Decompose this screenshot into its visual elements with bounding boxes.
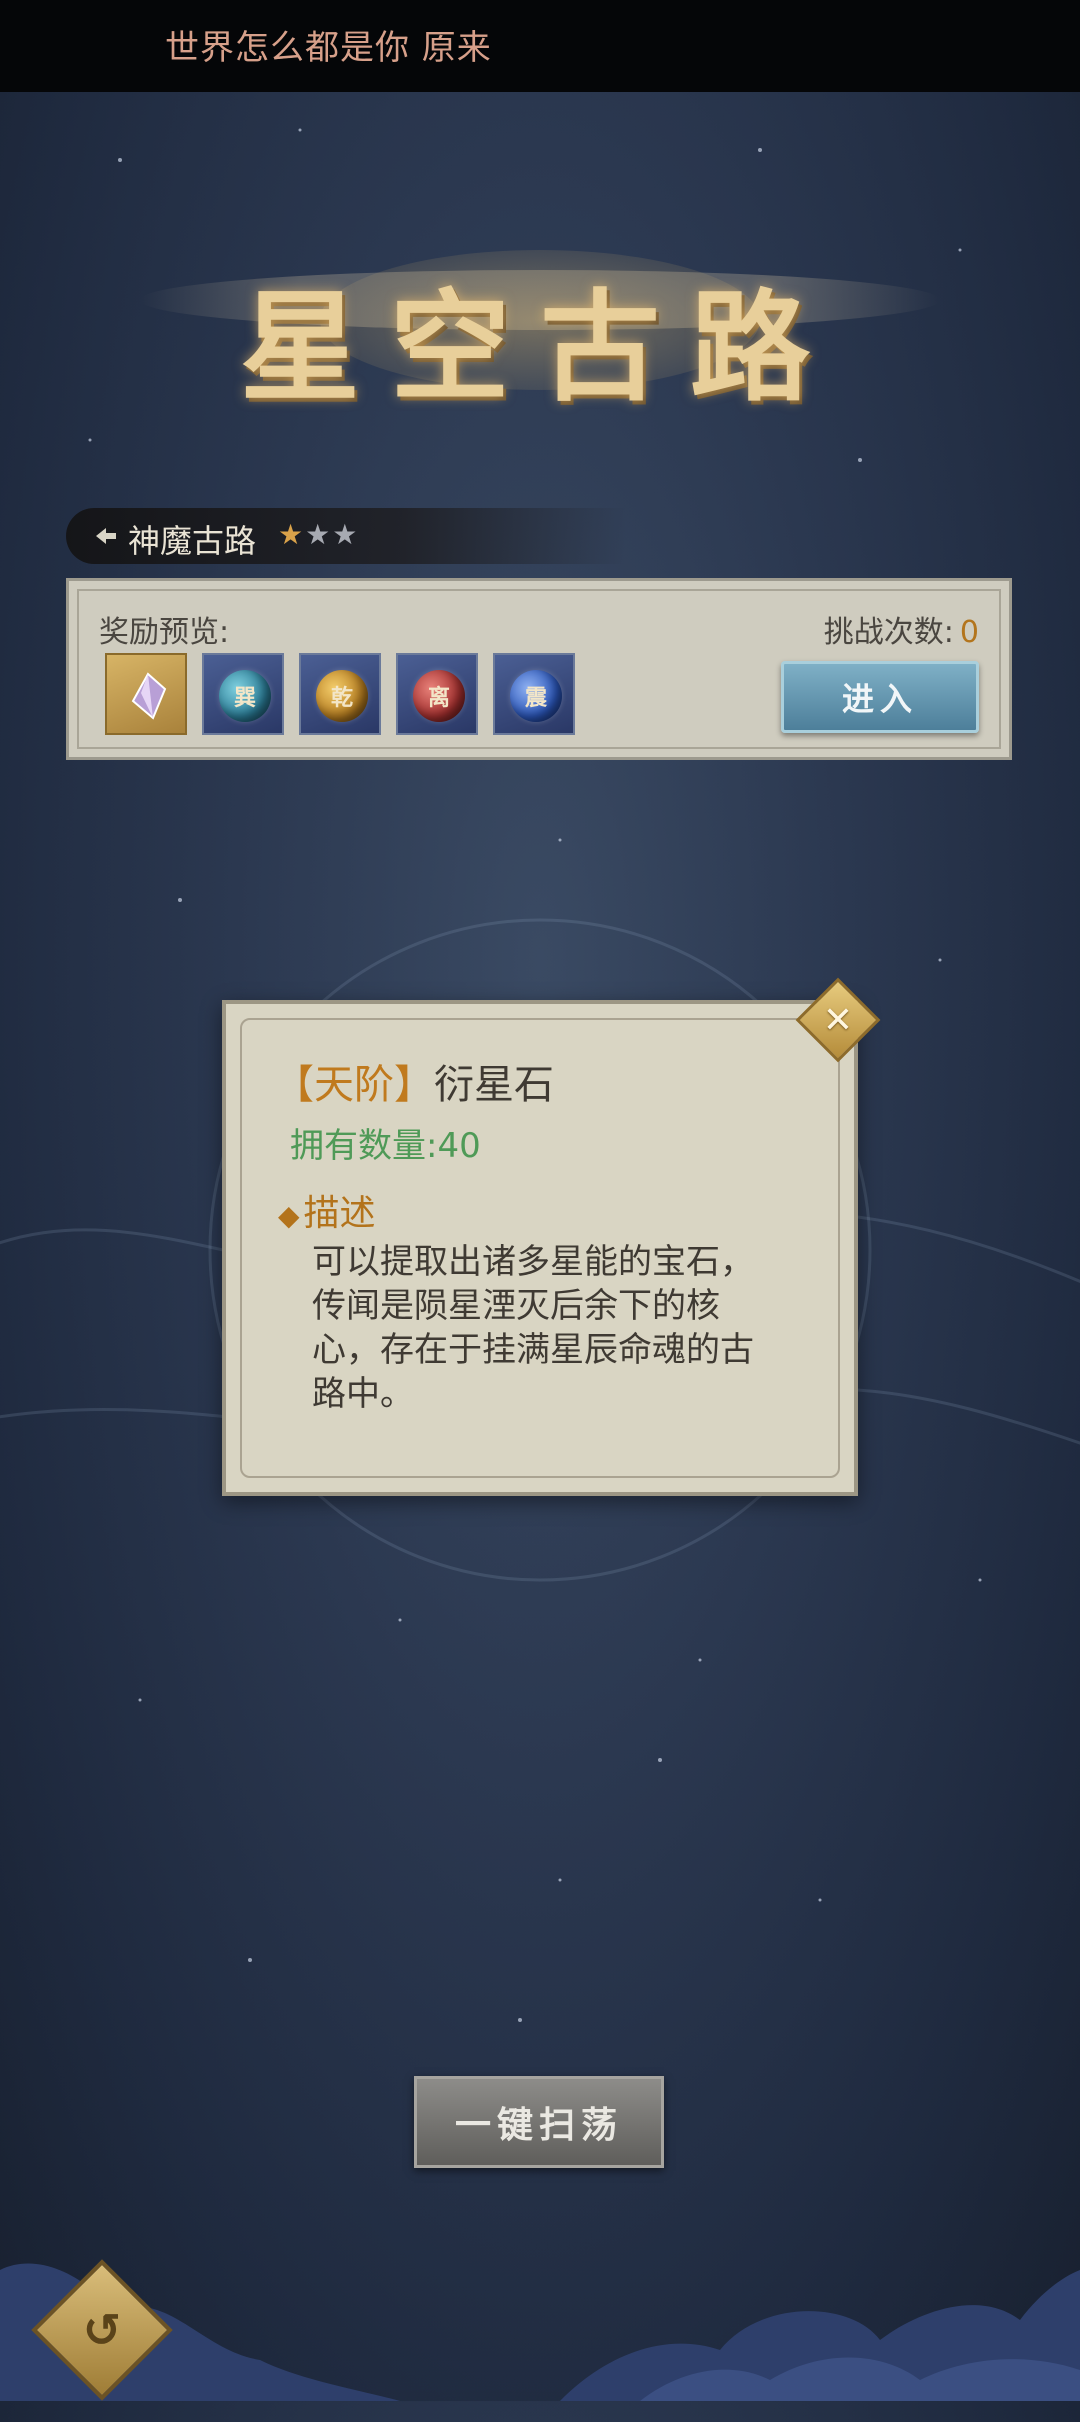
marquee-banner: 世界怎么都是你 原来 (0, 0, 1080, 92)
star-crystal-icon (131, 672, 167, 720)
description-heading-text: 描述 (303, 1193, 376, 1234)
reward-item-orb[interactable]: 震 (493, 653, 575, 735)
reward-item-orb[interactable]: 巽 (202, 653, 284, 735)
reward-item-orb[interactable]: 离 (396, 653, 478, 735)
stage-bar: 神魔古路 ★★★ (66, 508, 626, 564)
orb-icon: 乾 (316, 670, 368, 722)
title-text: 星空古路 (240, 277, 840, 418)
reward-item-star-stone[interactable] (105, 653, 187, 735)
sweep-button[interactable]: 一键扫荡 (414, 2076, 664, 2168)
description-text: 可以提取出诸多星能的宝石，传闻是陨星湮灭后余下的核心，存在于挂满星辰命魂的古路中… (312, 1242, 754, 1414)
challenge-count: 挑战次数: 0 (824, 607, 979, 651)
owned-quantity: 拥有数量:40 (290, 1126, 481, 1166)
reward-item-orb[interactable]: 乾 (299, 653, 381, 735)
orb-icon: 震 (510, 670, 562, 722)
challenge-number: 0 (959, 615, 979, 650)
diamond-arrow-icon (96, 528, 116, 544)
item-tooltip-popup: 【天阶】衍星石 拥有数量:40 ◆ 描述 可以提取出诸多星能的宝石，传闻是陨星湮灭… (222, 1000, 858, 1496)
back-icon: ↺ (82, 2303, 122, 2357)
marquee-text: 世界怎么都是你 原来 (165, 28, 492, 68)
star-filled-icon: ★ (278, 518, 304, 551)
star-empty-icon: ★ (332, 518, 358, 551)
item-title: 【天阶】衍星石 (274, 1052, 554, 1110)
reward-preview-label: 奖励预览: (99, 615, 230, 650)
description-heading: ◆ 描述 (278, 1184, 376, 1236)
page-title: 星空古路 (140, 230, 940, 418)
reward-items: 巽 乾 离 震 (105, 653, 575, 735)
diamond-bullet-icon: ◆ (278, 1199, 300, 1232)
reward-panel: 奖励预览: 挑战次数: 0 巽 乾 离 震 进入 (66, 578, 1012, 760)
item-name: 衍星石 (434, 1062, 554, 1108)
orb-icon: 离 (413, 670, 465, 722)
star-empty-icon: ★ (305, 518, 331, 551)
orb-icon: 巽 (219, 670, 271, 722)
item-tier: 【天阶】 (274, 1062, 434, 1108)
stage-name: 神魔古路 (128, 522, 257, 560)
star-rating: ★★★ (278, 518, 359, 551)
close-icon: ✕ (822, 999, 854, 1041)
enter-button[interactable]: 进入 (781, 661, 979, 733)
challenge-label: 挑战次数: (823, 615, 954, 650)
